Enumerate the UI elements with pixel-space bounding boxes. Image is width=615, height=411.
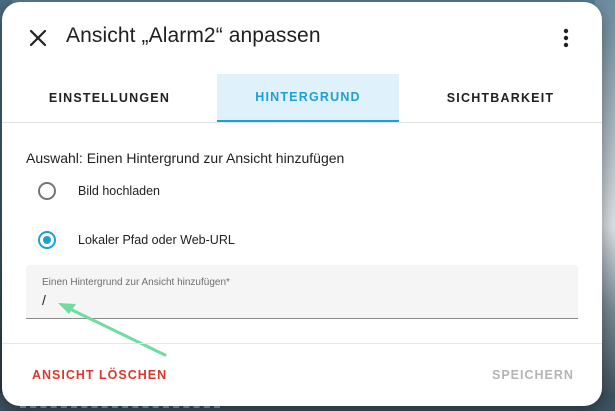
close-icon bbox=[29, 29, 47, 47]
tab-sichtbarkeit[interactable]: SICHTBARKEIT bbox=[399, 74, 602, 122]
tab-bar: EINSTELLUNGEN HINTERGRUND SICHTBARKEIT bbox=[2, 74, 602, 123]
option-upload-image-label: Bild hochladen bbox=[78, 184, 161, 198]
background-url-value[interactable]: / bbox=[42, 292, 46, 308]
tab-hintergrund[interactable]: HINTERGRUND bbox=[217, 74, 399, 122]
option-upload-image[interactable]: Bild hochladen bbox=[26, 171, 426, 211]
dialog-header: Ansicht „Alarm2“ anpassen bbox=[2, 2, 602, 72]
tab-einstellungen[interactable]: EINSTELLUNGEN bbox=[2, 74, 217, 122]
dialog-title: Ansicht „Alarm2“ anpassen bbox=[66, 24, 321, 47]
more-menu-button[interactable] bbox=[552, 24, 580, 52]
dialog-footer: ANSICHT LÖSCHEN SPEICHERN bbox=[2, 343, 602, 406]
radio-local-path-url[interactable] bbox=[38, 231, 56, 249]
background-question: Auswahl: Einen Hintergrund zur Ansicht h… bbox=[26, 150, 345, 166]
background-url-field[interactable]: Einen Hintergrund zur Ansicht hinzufügen… bbox=[26, 265, 578, 319]
option-local-path-url-label: Lokaler Pfad oder Web-URL bbox=[78, 233, 235, 247]
option-local-path-url[interactable]: Lokaler Pfad oder Web-URL bbox=[26, 220, 426, 260]
edit-view-dialog: Ansicht „Alarm2“ anpassen EINSTELLUNGEN … bbox=[2, 2, 602, 406]
background-url-label: Einen Hintergrund zur Ansicht hinzufügen… bbox=[42, 277, 230, 288]
save-button[interactable]: SPEICHERN bbox=[492, 368, 574, 382]
more-vertical-icon bbox=[563, 28, 569, 48]
radio-upload-image[interactable] bbox=[38, 182, 56, 200]
close-button[interactable] bbox=[24, 24, 52, 52]
backdrop-dashed-line bbox=[20, 406, 220, 408]
delete-view-button[interactable]: ANSICHT LÖSCHEN bbox=[32, 368, 167, 382]
